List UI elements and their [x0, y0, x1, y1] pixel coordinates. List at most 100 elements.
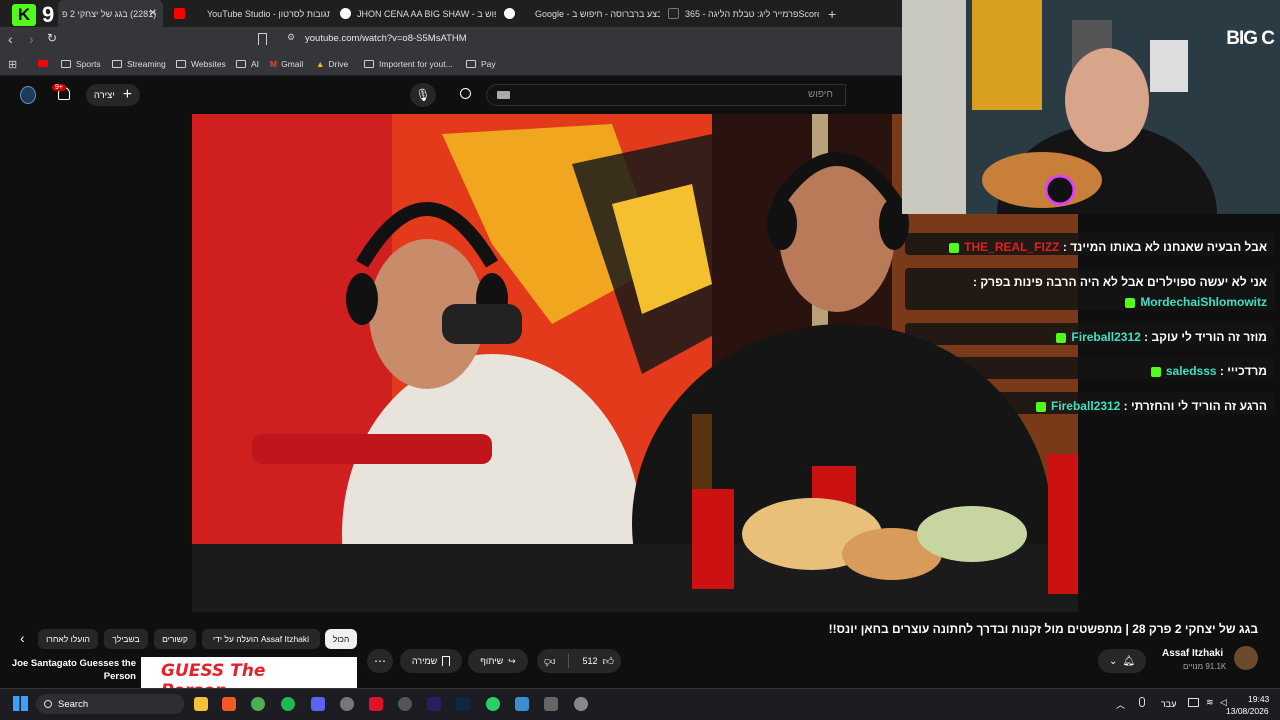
close-icon[interactable]: ✕ — [149, 8, 157, 19]
bookmark-sports[interactable]: Sports — [61, 52, 101, 76]
share-button[interactable]: שיתוף ↪ — [468, 649, 528, 673]
bookmark-ai[interactable]: AI — [236, 52, 259, 76]
save-button[interactable]: שמירה — [400, 649, 462, 673]
separator — [568, 654, 570, 668]
mic-icon[interactable]: 🎙 — [410, 83, 436, 107]
chat-text: הרגע זה הוריד לי והחזרתי — [1131, 399, 1267, 413]
tray-chevron-up-icon[interactable]: ︿ — [1116, 698, 1125, 711]
dislike-icon[interactable]: 👍︎ — [544, 655, 556, 668]
like-icon[interactable]: 👍︎ — [603, 655, 615, 668]
bookmark-icon[interactable] — [258, 33, 267, 45]
clock-time[interactable]: 19:43 — [1248, 694, 1269, 704]
search-input[interactable]: חיפוש — [486, 84, 846, 106]
channel-name[interactable]: Assaf Itzhaki — [1162, 648, 1223, 659]
spotify-icon[interactable] — [281, 697, 295, 711]
tray-mic-icon[interactable] — [1139, 697, 1145, 707]
calculator-icon[interactable] — [544, 697, 558, 711]
premiere-icon[interactable] — [427, 697, 441, 711]
clock-date[interactable]: 13/08/2026 — [1226, 706, 1269, 716]
opera-icon[interactable] — [369, 697, 383, 711]
forward-icon[interactable]: › — [29, 31, 34, 47]
avatar[interactable] — [20, 86, 36, 104]
bookmark-drive[interactable]: ▲ Drive — [316, 52, 348, 76]
bookmark-gmail[interactable]: M Gmail — [270, 52, 303, 76]
chat-username: MordechaiShlomowitz — [1140, 295, 1267, 309]
reload-icon[interactable]: ↻ — [47, 31, 57, 45]
chat-text: מרדכייי — [1227, 364, 1267, 378]
google-icon — [340, 8, 351, 19]
tab-title: פרמייר ליג: טבלת הליגה - 365Scores — [685, 8, 819, 19]
bookmark-importent[interactable]: Importent for yout... — [364, 52, 453, 76]
kick-badge-icon — [1035, 401, 1046, 412]
tab-2[interactable]: JHON CENA AA BIG SHAW - חיפוש ב — [336, 0, 496, 27]
search-icon — [44, 700, 52, 708]
folder-icon — [176, 60, 186, 68]
chip-for-you[interactable]: בשבילך — [104, 629, 148, 649]
tab-1[interactable]: YouTube Studio - תגובות לסרטון — [170, 0, 330, 27]
kick-badge-icon — [1056, 332, 1067, 343]
youtube-bookmark-icon[interactable] — [38, 60, 48, 67]
google-icon — [504, 8, 515, 19]
search-placeholder: חיפוש — [808, 89, 833, 100]
like-count[interactable]: 512 — [582, 656, 597, 666]
chip-all[interactable]: הכול — [325, 629, 357, 649]
discord-icon[interactable] — [311, 697, 325, 711]
subscriber-count: 91.1K מנויים — [1183, 662, 1227, 671]
chat-message: אבל הבעיה שאנחנו לא באותו המיינד : THE_R… — [905, 233, 1275, 255]
create-button[interactable]: יצירה + — [86, 84, 140, 106]
file-explorer-icon[interactable] — [194, 697, 208, 711]
chat-message: מוזר זה הוריד לי עוקב : Fireball2312 — [905, 323, 1275, 345]
tab-title: Google - מבצע ברברוסה - חיפוש ב — [535, 8, 660, 19]
keyboard-language[interactable]: עבר — [1161, 699, 1176, 709]
photoshop-icon[interactable] — [456, 697, 470, 711]
folder-icon — [61, 60, 71, 68]
chrome-icon[interactable] — [251, 697, 265, 711]
notepad-icon[interactable] — [515, 697, 529, 711]
chat-message: מרדכייי : saledsss — [905, 357, 1275, 379]
back-icon[interactable]: ‹ — [8, 31, 13, 47]
new-tab-button[interactable]: + — [828, 0, 840, 27]
chat-username: saledsss — [1165, 364, 1217, 378]
chip-related[interactable]: קשורים — [154, 629, 196, 649]
settings-gear-icon[interactable] — [340, 697, 354, 711]
chip-uploaded-by[interactable]: הועלה על ידי Assaf Itzhaki — [202, 629, 320, 649]
network-icon[interactable] — [1188, 698, 1199, 707]
tab-title: (2281) בגג של יצחקי 2 פ — [62, 8, 157, 19]
gmail-icon: M — [270, 59, 278, 69]
bookmark-pay[interactable]: Pay — [466, 52, 496, 76]
app-icon[interactable] — [398, 697, 412, 711]
search-icon[interactable] — [460, 88, 471, 99]
subscribe-bell-button[interactable]: ⌄ 🔔︎ — [1098, 649, 1146, 673]
bookmark-streaming[interactable]: Streaming — [112, 52, 166, 76]
more-actions-button[interactable]: ⋯ — [367, 649, 393, 673]
channel-avatar[interactable] — [1234, 646, 1258, 670]
site-info-icon[interactable]: ⚙ — [287, 32, 295, 43]
tab-3[interactable]: Google - מבצע ברברוסה - חיפוש ב — [500, 0, 660, 27]
tab-0[interactable]: (2281) בגג של יצחקי 2 פ ✕ — [58, 0, 163, 27]
bookmark-websites[interactable]: Websites — [176, 52, 226, 76]
bookmark-label: AI — [251, 59, 260, 69]
tab-4[interactable]: פרמייר ליג: טבלת הליגה - 365Scores — [664, 0, 819, 27]
like-dislike-group: 👍︎ 512 👍︎ — [537, 649, 621, 673]
rec-thumb-text: GUESS The Person — [161, 661, 266, 688]
wifi-icon[interactable]: ≋ — [1206, 697, 1214, 708]
app-settings-icon[interactable] — [574, 697, 588, 711]
save-icon — [442, 656, 451, 666]
apps-grid-icon[interactable]: ⊞ — [8, 58, 17, 71]
taskbar-search[interactable]: Search — [36, 694, 184, 714]
chip-recent[interactable]: הועלו לאחרו — [38, 629, 98, 649]
keyboard-icon[interactable] — [497, 91, 510, 99]
rec-title[interactable]: Joe Santagato Guesses the Person — [6, 657, 136, 683]
folder-icon — [236, 60, 246, 68]
whatsapp-icon[interactable] — [486, 697, 500, 711]
brave-icon[interactable] — [222, 697, 236, 711]
url-field[interactable]: youtube.com/watch?v=o8-S5MsATHM — [305, 33, 467, 44]
kick-badge-icon — [1150, 366, 1161, 377]
kick-logo-icon[interactable]: K — [12, 4, 36, 26]
tab-strip: K 9 (2281) בגג של יצחקי 2 פ ✕ YouTube St… — [0, 0, 902, 27]
windows-start-icon[interactable] — [13, 696, 28, 711]
chips-scroll-left-icon[interactable]: ‹ — [20, 630, 25, 646]
folder-icon — [112, 60, 122, 68]
rec-thumbnail[interactable]: GUESS The Person — [141, 657, 357, 688]
bookmark-label: Sports — [76, 59, 101, 69]
